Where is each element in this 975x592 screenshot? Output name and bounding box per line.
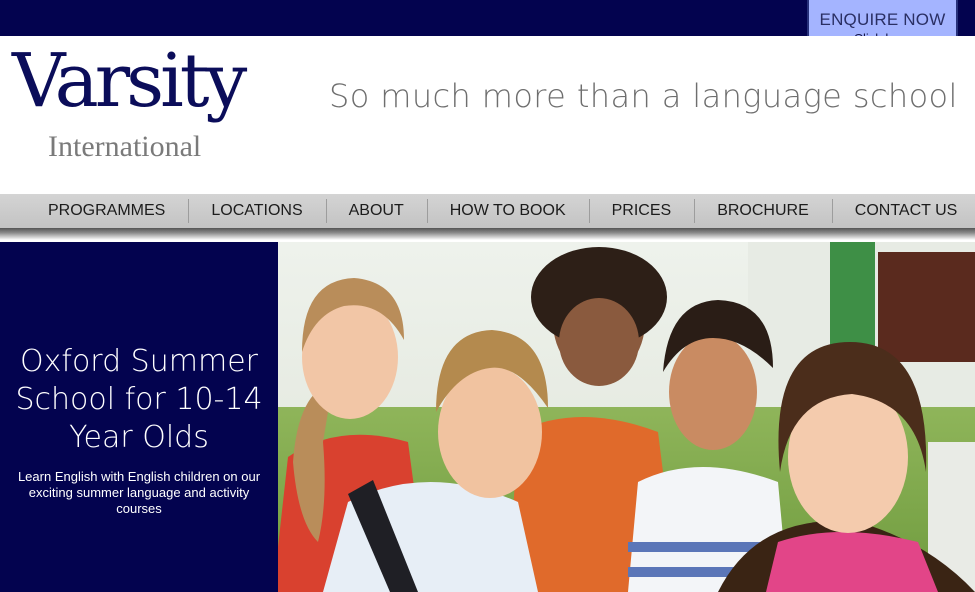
nav-item-about[interactable]: ABOUT xyxy=(325,194,427,228)
nav-item-locations[interactable]: LOCATIONS xyxy=(188,194,325,228)
nav-item-prices[interactable]: PRICES xyxy=(588,194,695,228)
nav-shadow xyxy=(0,228,975,240)
nav-item-programmes[interactable]: PROGRAMMES xyxy=(25,194,188,228)
tagline: So much more than a language school xyxy=(329,77,958,115)
site-header: Varsity International So much more than … xyxy=(0,36,975,194)
hero-title: Oxford Summer School for 10-14 Year Olds xyxy=(15,344,263,455)
varsity-logo[interactable]: Varsity International xyxy=(12,44,302,166)
enquire-now-label: ENQUIRE NOW xyxy=(819,10,946,29)
main-nav: PROGRAMMES LOCATIONS ABOUT HOW TO BOOK P… xyxy=(0,194,975,228)
hero-photo xyxy=(278,242,975,592)
nav-item-brochure[interactable]: BROCHURE xyxy=(694,194,832,228)
logo-subtitle: International xyxy=(48,130,202,163)
nav-item-how-to-book[interactable]: HOW TO BOOK xyxy=(426,194,589,228)
hero-text-panel: Oxford Summer School for 10-14 Year Olds… xyxy=(0,242,278,592)
hero-subtitle: Learn English with English children on o… xyxy=(17,469,261,516)
nav-item-contact-us[interactable]: CONTACT US xyxy=(831,194,975,228)
logo-wordmark: Varsity xyxy=(12,38,247,124)
